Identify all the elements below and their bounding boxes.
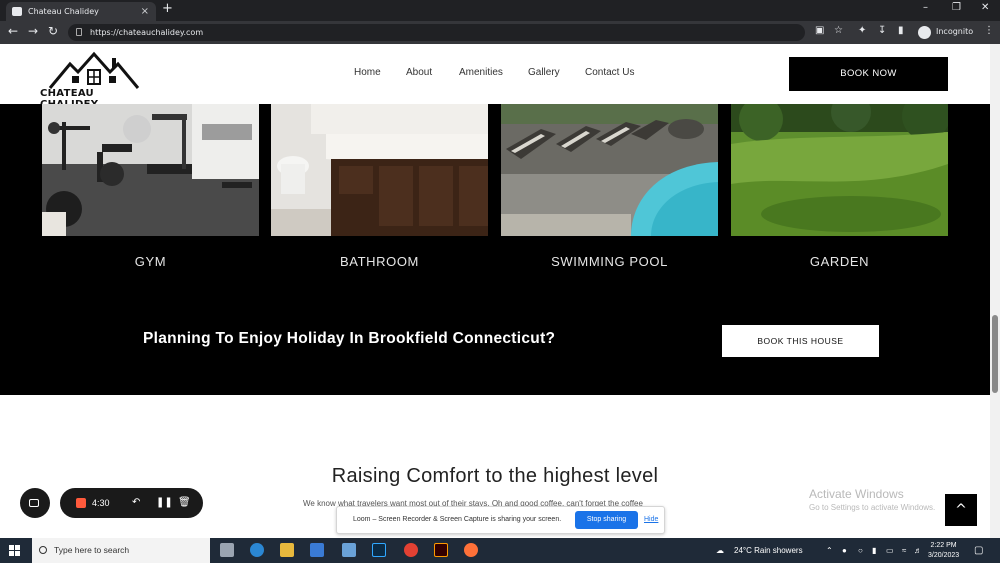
garden-image[interactable]	[731, 104, 948, 236]
edge-icon[interactable]	[250, 543, 264, 557]
minimize-icon[interactable]: –	[923, 2, 928, 13]
section-heading: Raising Comfort to the highest level	[331, 465, 659, 487]
gym-image[interactable]	[42, 104, 259, 236]
clock-date: 3/20/2023	[928, 552, 960, 559]
stop-recording-icon[interactable]	[76, 498, 86, 508]
recording-timer: 4:30	[92, 498, 110, 508]
system-clock[interactable]: 2:22 PM 3/20/2023	[928, 541, 959, 561]
swimming-pool-label: SWIMMING POOL	[551, 254, 668, 269]
browser-menu-icon[interactable]: ⋮	[984, 25, 994, 36]
microphone-icon[interactable]: ▮	[872, 538, 876, 563]
tray-chrome-icon[interactable]: ○	[858, 538, 863, 563]
mail-icon[interactable]	[342, 543, 356, 557]
weather-icon[interactable]: ☁	[716, 538, 724, 563]
stop-sharing-button[interactable]: Stop sharing	[575, 511, 638, 529]
swimming-pool-image[interactable]	[501, 104, 718, 236]
nav-contact-us[interactable]: Contact Us	[585, 67, 634, 78]
windows-start-icon[interactable]	[9, 545, 20, 556]
nav-home[interactable]: Home	[354, 67, 381, 78]
windows-taskbar: Type here to search ☁ 24°C Rain showers …	[0, 538, 1000, 563]
task-view-icon[interactable]	[220, 543, 234, 557]
illustrator-icon[interactable]	[434, 543, 448, 557]
browser-tab-strip: Chateau Chalidey × + – ❐ ✕	[0, 0, 1000, 21]
site-favicon-icon	[12, 7, 22, 16]
wifi-icon[interactable]: ≈	[902, 538, 906, 563]
hide-link[interactable]: Hide	[644, 507, 658, 533]
tab-title: Chateau Chalidey	[28, 7, 99, 16]
weather-text[interactable]: 24°C Rain showers	[734, 538, 803, 563]
book-this-house-button[interactable]: BOOK THIS HOUSE	[722, 325, 879, 357]
bathroom-label: BATHROOM	[340, 254, 419, 269]
back-icon[interactable]: ←	[8, 24, 18, 38]
book-now-button[interactable]: BOOK NOW	[789, 57, 948, 91]
reload-icon[interactable]: ↻	[48, 24, 58, 38]
restore-icon[interactable]: ❐	[952, 2, 961, 13]
store-icon[interactable]	[310, 543, 324, 557]
share-notice-text: Loom – Screen Recorder & Screen Capture …	[353, 516, 562, 523]
back-to-top-button[interactable]: ^	[945, 494, 977, 526]
file-explorer-icon[interactable]	[280, 543, 294, 557]
restart-icon[interactable]: ↶	[132, 488, 140, 518]
tab-close-icon[interactable]: ×	[141, 2, 149, 21]
new-tab-button[interactable]: +	[162, 1, 173, 16]
clock-time: 2:22 PM	[930, 542, 957, 549]
incognito-icon	[918, 26, 931, 39]
activate-windows-watermark: Activate Windows Go to Settings to activ…	[809, 487, 935, 512]
activate-windows-title: Activate Windows	[809, 487, 904, 501]
battery-icon[interactable]: ▭	[886, 538, 894, 563]
chrome-icon[interactable]	[404, 543, 418, 557]
photoshop-icon[interactable]	[372, 543, 386, 557]
nav-gallery[interactable]: Gallery	[528, 67, 560, 78]
scrollbar-thumb[interactable]	[992, 315, 998, 393]
notifications-icon[interactable]: ▢	[974, 538, 983, 563]
garden-label: GARDEN	[809, 254, 870, 269]
gym-label: GYM	[134, 254, 167, 269]
amenities-section: GYM BATHROOM SWIMMING POOL GARDEN Planni…	[0, 104, 990, 395]
pause-icon[interactable]: ❚❚	[156, 488, 173, 518]
activate-windows-subtitle: Go to Settings to activate Windows.	[809, 503, 936, 512]
taskbar-search-placeholder: Type here to search	[54, 545, 130, 555]
bookmark-star-icon[interactable]: ☆	[834, 25, 843, 36]
firefox-icon[interactable]	[464, 543, 478, 557]
page-scrollbar[interactable]	[990, 44, 1000, 538]
volume-icon[interactable]: ♬	[914, 538, 922, 563]
house-logo-icon	[48, 51, 140, 89]
tray-chevron-icon[interactable]: ⌃	[826, 538, 833, 563]
loom-camera-button[interactable]	[20, 488, 50, 518]
loom-recording-controls: 4:30 ↶ ❚❚ 🗑	[60, 488, 203, 518]
download-icon[interactable]: ↧	[878, 25, 886, 36]
window-close-icon[interactable]: ✕	[981, 2, 989, 13]
browser-tab[interactable]: Chateau Chalidey ×	[6, 2, 156, 21]
delete-icon[interactable]: 🗑	[178, 488, 191, 518]
camera-icon	[29, 499, 39, 507]
nav-about[interactable]: About	[406, 67, 432, 78]
extensions-icon[interactable]: ✦	[858, 25, 866, 36]
site-header: CHATEAU CHALIDEY Home About Amenities Ga…	[0, 44, 990, 110]
nav-amenities[interactable]: Amenities	[459, 67, 503, 78]
lock-icon	[76, 28, 82, 36]
camera-blocked-icon[interactable]: ▣	[815, 25, 824, 36]
search-icon	[39, 546, 47, 554]
url-text: https://chateauchalidey.com	[90, 28, 204, 37]
side-panel-icon[interactable]: ▮	[898, 25, 904, 36]
tray-app-icon[interactable]: ●	[842, 538, 847, 563]
url-bar[interactable]: https://chateauchalidey.com	[68, 24, 805, 41]
site-logo[interactable]: CHATEAU CHALIDEY	[40, 50, 150, 110]
address-toolbar: ← → ↻ https://chateauchalidey.com ▣ ☆ ✦ …	[0, 21, 1000, 44]
forward-icon[interactable]: →	[28, 24, 38, 38]
incognito-label: Incognito	[936, 27, 974, 36]
screen-share-notification: Loom – Screen Recorder & Screen Capture …	[336, 506, 665, 534]
taskbar-search-input[interactable]: Type here to search	[32, 538, 210, 563]
holiday-cta-heading: Planning To Enjoy Holiday In Brookfield …	[143, 330, 556, 347]
bathroom-image[interactable]	[271, 104, 488, 236]
incognito-indicator[interactable]: Incognito	[918, 24, 973, 40]
